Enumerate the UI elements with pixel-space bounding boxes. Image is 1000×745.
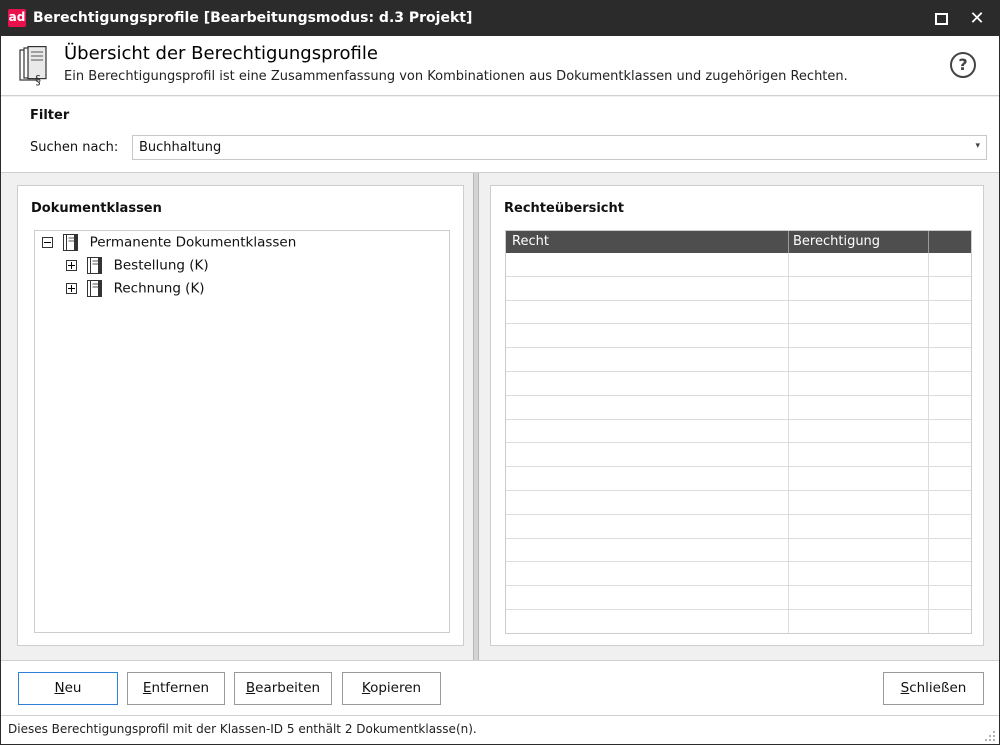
pane-splitter[interactable] xyxy=(473,173,479,660)
chevron-down-icon[interactable]: ▾ xyxy=(975,141,980,151)
filter-section: Filter Suchen nach: Buchhaltung ▾ xyxy=(1,97,999,173)
document-class-icon xyxy=(87,280,103,297)
close-button[interactable]: Schließen xyxy=(883,672,984,705)
doc-classes-title: Dokumentklassen xyxy=(31,201,162,216)
tree-node-bestellung[interactable]: Bestellung (K) xyxy=(66,257,209,277)
close-window-button[interactable]: ✕ xyxy=(955,1,999,36)
table-row[interactable] xyxy=(506,396,971,420)
edit-button[interactable]: Bearbeiten xyxy=(234,672,332,705)
button-bar: Neu Entfernen Bearbeiten Kopieren Schlie… xyxy=(1,660,999,715)
table-row[interactable] xyxy=(506,562,971,587)
table-row[interactable] xyxy=(506,610,971,633)
app-logo-icon: ad xyxy=(8,9,26,27)
page-subtitle: Ein Berechtigungsprofil ist eine Zusamme… xyxy=(64,69,848,84)
permission-profile-icon: § xyxy=(19,46,47,86)
search-label: Suchen nach: xyxy=(30,140,119,155)
copy-button[interactable]: Kopieren xyxy=(342,672,441,705)
doc-classes-tree[interactable]: Permanente Dokumentklassen Bestellung (K… xyxy=(34,230,450,633)
table-row[interactable] xyxy=(506,348,971,372)
remove-button[interactable]: Entfernen xyxy=(127,672,225,705)
tree-node-label: Bestellung (K) xyxy=(113,257,209,274)
title-bar[interactable]: ad Berechtigungsprofile [Bearbeitungsmod… xyxy=(1,1,999,36)
table-row[interactable] xyxy=(506,586,971,610)
content-panes: Dokumentklassen Permanente Dokumentklass… xyxy=(1,173,999,660)
table-row[interactable] xyxy=(506,324,971,349)
table-row[interactable] xyxy=(506,491,971,515)
maximize-icon xyxy=(934,12,948,25)
document-class-icon xyxy=(87,257,103,274)
help-button[interactable]: ? xyxy=(950,52,976,78)
rights-grid[interactable]: Recht Berechtigung xyxy=(505,230,972,634)
table-row[interactable] xyxy=(506,277,971,301)
rights-pane: Rechteübersicht Recht Berechtigung xyxy=(490,185,984,646)
window-title: Berechtigungsprofile [Bearbeitungsmodus:… xyxy=(33,10,473,26)
close-icon: ✕ xyxy=(969,8,985,29)
tree-node-label: Permanente Dokumentklassen xyxy=(89,234,297,251)
column-header-recht[interactable]: Recht xyxy=(512,234,549,249)
help-icon: ? xyxy=(958,55,968,74)
search-value: Buchhaltung xyxy=(139,140,222,155)
status-text: Dieses Berechtigungsprofil mit der Klass… xyxy=(8,722,477,736)
table-row[interactable] xyxy=(506,467,971,491)
rights-title: Rechteübersicht xyxy=(504,201,624,216)
column-header-berechtigung[interactable]: Berechtigung xyxy=(793,234,880,249)
table-row[interactable] xyxy=(506,515,971,539)
collapse-icon[interactable] xyxy=(42,237,53,248)
tree-node-label: Rechnung (K) xyxy=(113,280,205,297)
rights-grid-header: Recht Berechtigung xyxy=(506,231,971,253)
table-row[interactable] xyxy=(506,301,971,325)
resize-grip-icon[interactable] xyxy=(984,730,996,742)
status-bar: Dieses Berechtigungsprofil mit der Klass… xyxy=(1,715,999,744)
search-combobox[interactable]: Buchhaltung ▾ xyxy=(132,135,987,160)
filter-title: Filter xyxy=(30,108,70,123)
page-title: Übersicht der Berechtigungsprofile xyxy=(64,43,378,64)
tree-node-rechnung[interactable]: Rechnung (K) xyxy=(66,280,205,300)
expand-icon[interactable] xyxy=(66,283,77,294)
tree-node-permanent[interactable]: Permanente Dokumentklassen xyxy=(42,234,296,254)
new-button[interactable]: Neu xyxy=(18,672,118,705)
table-row[interactable] xyxy=(506,539,971,563)
expand-icon[interactable] xyxy=(66,260,77,271)
table-row[interactable] xyxy=(506,443,971,468)
page-header: § Übersicht der Berechtigungsprofile Ein… xyxy=(1,36,999,96)
svg-text:§: § xyxy=(35,73,41,86)
app-window: ad Berechtigungsprofile [Bearbeitungsmod… xyxy=(0,0,1000,745)
table-row[interactable] xyxy=(506,372,971,396)
doc-classes-pane: Dokumentklassen Permanente Dokumentklass… xyxy=(17,185,464,646)
document-class-icon xyxy=(63,234,79,251)
table-row[interactable] xyxy=(506,253,971,277)
table-row[interactable] xyxy=(506,420,971,444)
